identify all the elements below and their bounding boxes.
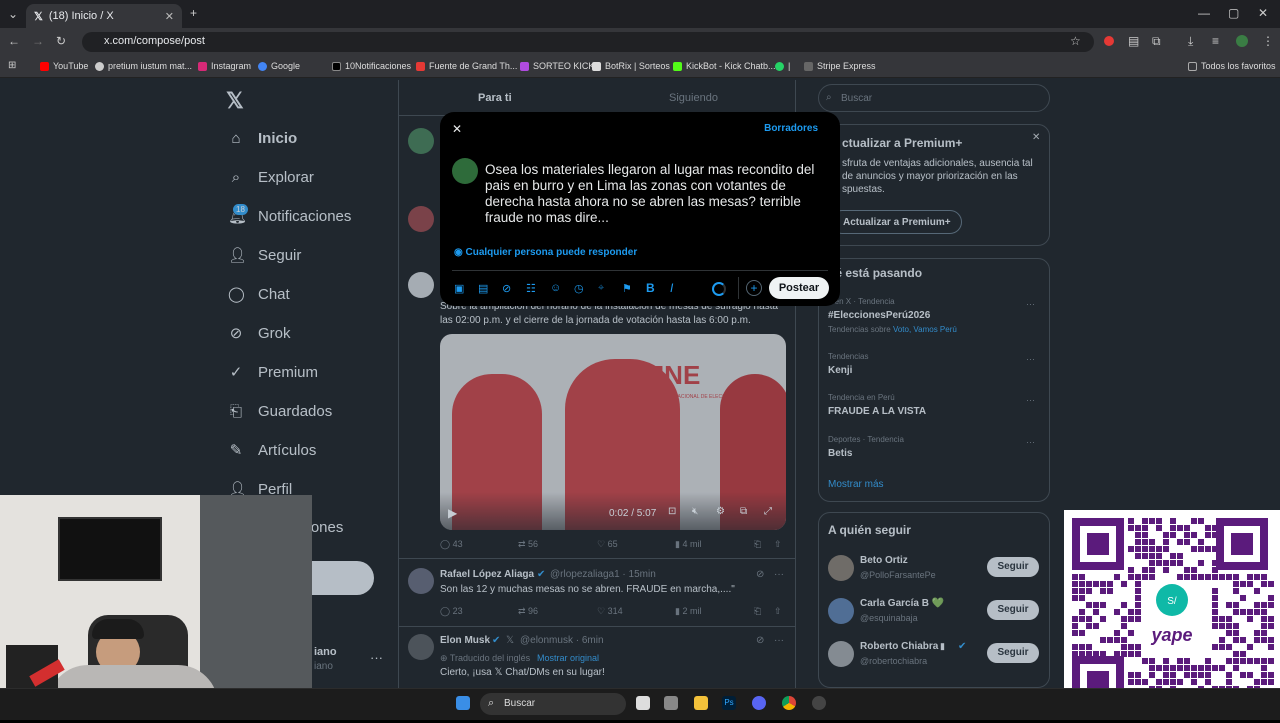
italic-icon[interactable]: I [670, 281, 673, 295]
x-favicon-icon: 𝕏 [34, 10, 43, 23]
minimize-icon[interactable]: — [1198, 6, 1210, 20]
tab-title: (18) Inicio / X [48, 10, 114, 22]
flag-icon[interactable]: ⚑ [622, 282, 632, 295]
close-tab-icon[interactable]: ✕ [165, 10, 174, 23]
new-tab-icon[interactable]: + [190, 6, 197, 20]
tv-image [58, 517, 162, 581]
all-bookmarks[interactable]: Todos los favoritos [1188, 61, 1276, 71]
add-post-icon[interactable]: + [746, 280, 762, 296]
extensions-puzzle-icon[interactable]: ⧉ [1152, 34, 1161, 49]
reply-setting[interactable]: ◉ Cualquier persona puede responder [454, 247, 637, 258]
bookmark-10notificaciones[interactable]: 10Notificaciones [332, 61, 411, 71]
bookmark-botrix[interactable]: BotRix | Sorteos [592, 61, 670, 71]
grok-icon[interactable]: ⊘ [502, 282, 511, 295]
bookmark-whatsapp[interactable]: | [775, 61, 790, 71]
yape-label: yape [1151, 625, 1193, 645]
file-explorer-icon[interactable] [694, 696, 708, 710]
more-menu-icon[interactable]: ⋮ [1262, 34, 1274, 48]
close-icon[interactable]: ✕ [452, 122, 462, 136]
browser-tab[interactable]: 𝕏 (18) Inicio / X ✕ [26, 4, 182, 28]
media-icon[interactable]: ≡ [1212, 34, 1219, 48]
svg-text:S/: S/ [1167, 596, 1177, 607]
maximize-icon[interactable]: ▢ [1228, 6, 1239, 20]
bookmark-google[interactable]: Google [258, 61, 300, 71]
bookmark-sorteo-kick[interactable]: SORTEO KICK [520, 61, 594, 71]
chrome-icon[interactable] [782, 696, 796, 710]
drafts-button[interactable]: Borradores [764, 123, 818, 134]
bookmark-kickbot[interactable]: KickBot - Kick Chatb... [673, 61, 776, 71]
avatar[interactable] [452, 158, 478, 184]
location-icon[interactable]: ⌖ [598, 282, 604, 295]
address-bar[interactable]: x.com/compose/post [82, 32, 1094, 52]
door-image [200, 495, 312, 720]
char-counter-icon [712, 282, 726, 296]
app-icon[interactable] [664, 696, 678, 710]
app-icon[interactable] [812, 696, 826, 710]
bookmark-star-icon[interactable]: ☆ [1070, 34, 1081, 48]
profile-avatar[interactable] [1236, 35, 1248, 47]
windows-start-icon[interactable] [456, 696, 470, 710]
reload-icon[interactable]: ↻ [56, 34, 66, 48]
person-hair [92, 619, 144, 639]
bookmark-grand-theft[interactable]: Fuente de Grand Th... [416, 61, 517, 71]
webcam-overlay [0, 495, 312, 720]
bookmark-pretium[interactable]: pretium iustum mat... [95, 61, 192, 71]
apps-grid-icon[interactable]: ⊞ [8, 60, 16, 71]
emoji-icon[interactable]: ☺ [550, 282, 561, 294]
tab-list-icon[interactable]: ⌄ [8, 7, 18, 21]
globe-icon: ◉ [454, 247, 463, 258]
gif-icon[interactable]: ▤ [478, 282, 488, 295]
bookmark-youtube[interactable]: YouTube [40, 61, 88, 71]
taskbar-search[interactable]: Buscar [480, 693, 626, 715]
bookmark-instagram[interactable]: Instagram [198, 61, 251, 71]
extension-icon[interactable] [1104, 36, 1114, 46]
media-icon[interactable]: ▣ [454, 282, 464, 295]
bold-icon[interactable]: B [646, 281, 655, 295]
discord-icon[interactable] [752, 696, 766, 710]
bookmark-stripe[interactable]: Stripe Express [804, 61, 876, 71]
photoshop-icon[interactable]: Ps [722, 696, 736, 710]
compose-textarea[interactable]: Osea los materiales llegaron al lugar ma… [485, 162, 825, 226]
schedule-icon[interactable]: ◷ [574, 282, 584, 295]
compose-modal: ✕ Borradores Osea los materiales llegaro… [440, 112, 840, 306]
forward-icon[interactable]: → [32, 34, 44, 48]
post-button[interactable]: Postear [769, 277, 829, 299]
extension-icon[interactable]: ▤ [1128, 34, 1139, 48]
poll-icon[interactable]: ☷ [526, 282, 536, 295]
search-icon: ⌕ [488, 697, 495, 709]
download-icon[interactable]: ⤓ [1188, 34, 1193, 49]
task-view-icon[interactable] [636, 696, 650, 710]
back-icon[interactable]: ← [8, 34, 20, 48]
close-window-icon[interactable]: ✕ [1258, 6, 1268, 20]
